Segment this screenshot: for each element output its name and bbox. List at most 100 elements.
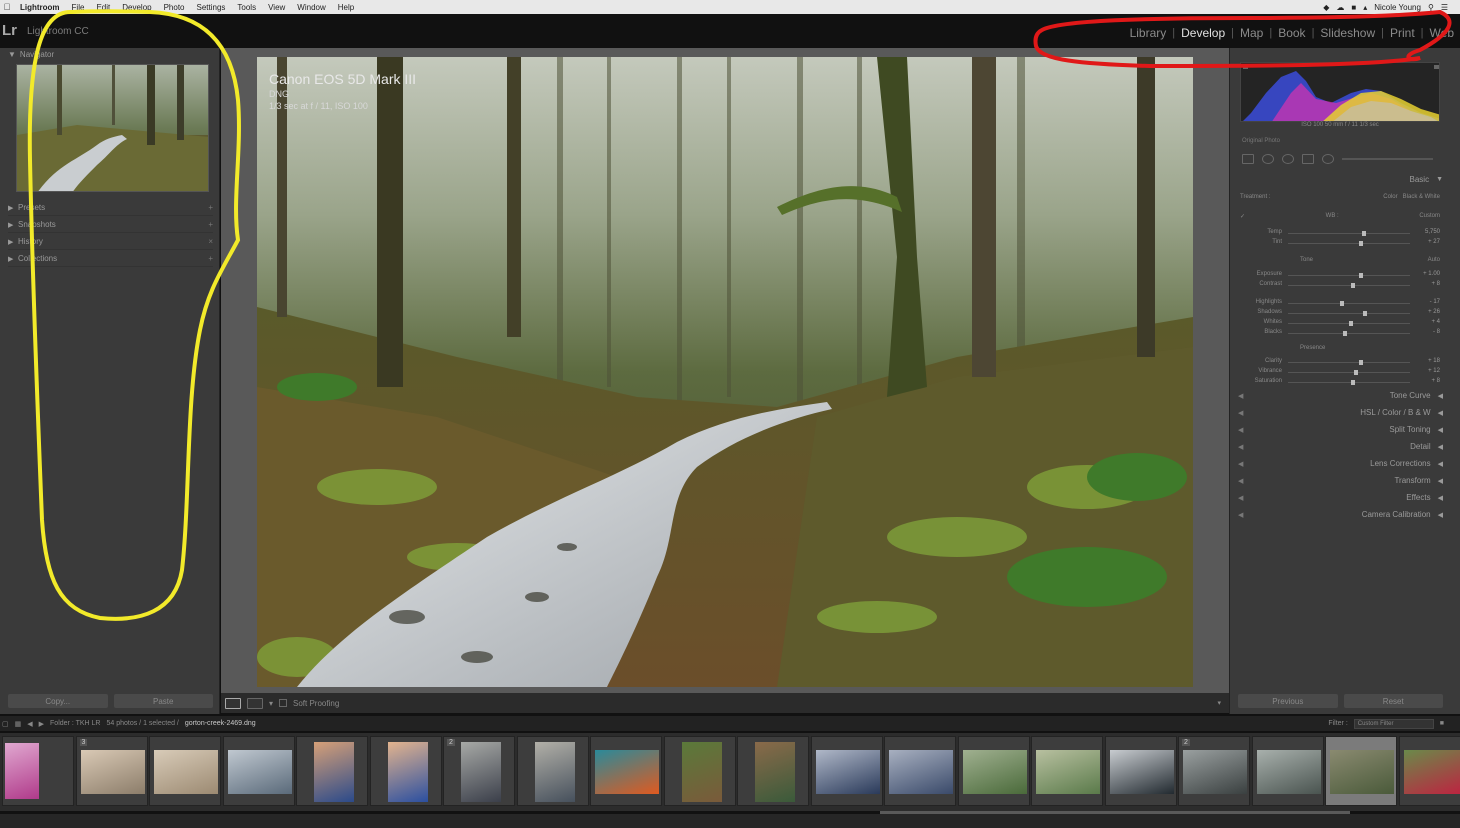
treatment-color[interactable]: Color: [1383, 194, 1397, 200]
module-print[interactable]: Print: [1384, 26, 1421, 40]
slider-value[interactable]: + 12: [1428, 368, 1440, 374]
copy-toggle-icon[interactable]: ◀: [1238, 477, 1243, 485]
slider-value[interactable]: + 18: [1428, 358, 1440, 364]
slider-exposure[interactable]: Exposure + 1.00: [1240, 270, 1440, 280]
filmstrip-thumbnail[interactable]: [663, 736, 736, 806]
back-arrow-icon[interactable]: ◀: [27, 720, 32, 728]
slider-value[interactable]: + 26: [1428, 309, 1440, 315]
grid-view-icon[interactable]: ▦: [15, 720, 22, 728]
menubar-user[interactable]: Nicole Young: [1374, 3, 1421, 12]
slider-value[interactable]: + 27: [1428, 239, 1440, 245]
slider-whites[interactable]: Whites + 4: [1240, 318, 1440, 328]
menu-view[interactable]: View: [262, 3, 291, 12]
copy-button[interactable]: Copy...: [8, 694, 108, 708]
panel-transform[interactable]: ◀ Transform ◀: [1238, 473, 1443, 488]
highlight-clip-indicator[interactable]: [1434, 65, 1439, 69]
second-window-icon[interactable]: ▢: [2, 720, 9, 728]
wb-dropdown[interactable]: Custom: [1419, 213, 1440, 220]
original-photo-checkbox[interactable]: Original Photo: [1242, 138, 1280, 144]
slider-value[interactable]: + 8: [1431, 378, 1440, 384]
menu-tools[interactable]: Tools: [231, 3, 262, 12]
slider-thumb[interactable]: [1362, 311, 1367, 316]
filmstrip-thumbnail[interactable]: [1251, 736, 1324, 806]
menu-edit[interactable]: Edit: [90, 3, 116, 12]
slider-vibrance[interactable]: Vibrance + 12: [1240, 367, 1440, 377]
copy-toggle-icon[interactable]: ◀: [1238, 460, 1243, 468]
crop-tool-icon[interactable]: [1242, 154, 1254, 164]
stack-count-badge[interactable]: 2: [447, 739, 455, 746]
copy-toggle-icon[interactable]: ◀: [1238, 511, 1243, 519]
dropbox-icon[interactable]: ■: [1351, 3, 1356, 12]
menu-settings[interactable]: Settings: [191, 3, 232, 12]
panel-history[interactable]: ▶ History ×: [8, 234, 213, 250]
graduated-filter-icon[interactable]: [1302, 154, 1314, 164]
slider-value[interactable]: 5,750: [1425, 229, 1440, 235]
filmstrip-thumbnail[interactable]: [2, 736, 74, 806]
eyedropper-icon[interactable]: ✓: [1240, 213, 1245, 220]
panel-detail[interactable]: ◀ Detail ◀: [1238, 439, 1443, 454]
navigator-preview[interactable]: [16, 64, 209, 192]
copy-toggle-icon[interactable]: ◀: [1238, 426, 1243, 434]
main-photo[interactable]: Canon EOS 5D Mark III DNG 1/3 sec at f /…: [257, 57, 1193, 687]
slider-value[interactable]: - 17: [1430, 299, 1440, 305]
slider-track[interactable]: [1288, 243, 1410, 244]
slider-clarity[interactable]: Clarity + 18: [1240, 357, 1440, 367]
slider-track[interactable]: [1288, 382, 1410, 383]
apple-icon[interactable]: : [0, 2, 14, 12]
before-after-icon[interactable]: [247, 697, 263, 709]
slider-value[interactable]: + 8: [1431, 281, 1440, 287]
module-slideshow[interactable]: Slideshow: [1314, 26, 1381, 40]
slider-thumb[interactable]: [1361, 231, 1366, 236]
slider-track[interactable]: [1288, 285, 1410, 286]
selected-filename[interactable]: gorton-creek-2469.dng: [185, 720, 256, 727]
add-snapshot-icon[interactable]: +: [208, 220, 213, 229]
navigator-header[interactable]: ▼ Navigator: [8, 50, 213, 62]
panel-camera-calibration[interactable]: ◀ Camera Calibration ◀: [1238, 507, 1443, 522]
slider-saturation[interactable]: Saturation + 8: [1240, 377, 1440, 387]
slider-track[interactable]: [1288, 362, 1410, 363]
radial-filter-icon[interactable]: [1322, 154, 1334, 164]
slider-thumb[interactable]: [1350, 283, 1355, 288]
module-map[interactable]: Map: [1234, 26, 1269, 40]
filmstrip-thumbnail[interactable]: [737, 736, 809, 806]
slider-value[interactable]: - 8: [1433, 329, 1440, 335]
copy-toggle-icon[interactable]: ◀: [1238, 494, 1243, 502]
menu-help[interactable]: Help: [332, 3, 360, 12]
menu-window[interactable]: Window: [291, 3, 331, 12]
filmstrip-lock-icon[interactable]: ■: [1440, 720, 1444, 727]
menu-file[interactable]: File: [66, 3, 91, 12]
panel-effects[interactable]: ◀ Effects ◀: [1238, 490, 1443, 505]
slider-highlights[interactable]: Highlights - 17: [1240, 298, 1440, 308]
toolbar-menu-icon[interactable]: ▾: [1217, 699, 1221, 707]
loupe-view-icon[interactable]: [225, 697, 241, 709]
module-develop[interactable]: Develop: [1175, 26, 1231, 40]
slider-thumb[interactable]: [1359, 241, 1364, 246]
slider-track[interactable]: [1288, 275, 1410, 276]
filmstrip-thumbnail[interactable]: [884, 736, 956, 806]
menu-develop[interactable]: Develop: [116, 3, 157, 12]
filmstrip-thumbnail[interactable]: [810, 736, 883, 806]
copy-toggle-icon[interactable]: ◀: [1238, 392, 1243, 400]
previous-button[interactable]: Previous: [1238, 694, 1338, 708]
slider-track[interactable]: [1288, 372, 1410, 373]
slider-track[interactable]: [1288, 233, 1410, 234]
filter-dropdown[interactable]: Custom Filter: [1353, 718, 1434, 729]
menu-lightroom[interactable]: Lightroom: [14, 3, 66, 12]
filmstrip-thumbnail[interactable]: [1398, 736, 1460, 806]
spot-removal-icon[interactable]: [1262, 154, 1274, 164]
filmstrip-thumbnail[interactable]: 3: [75, 736, 148, 806]
filmstrip-thumbnail[interactable]: [1325, 736, 1397, 806]
clear-history-icon[interactable]: ×: [208, 237, 213, 246]
tone-auto-button[interactable]: Auto: [1428, 257, 1440, 263]
slider-blacks[interactable]: Blacks - 8: [1240, 328, 1440, 338]
slider-thumb[interactable]: [1354, 370, 1359, 375]
red-eye-icon[interactable]: [1282, 154, 1294, 164]
add-collection-icon[interactable]: +: [208, 254, 213, 263]
filmstrip-thumbnail[interactable]: [296, 736, 368, 806]
menu-list-icon[interactable]: ☰: [1441, 3, 1448, 12]
panel-split-toning[interactable]: ◀ Split Toning ◀: [1238, 422, 1443, 437]
slider-temp[interactable]: Temp 5,750: [1240, 228, 1440, 238]
slider-value[interactable]: + 4: [1431, 319, 1440, 325]
wifi-icon[interactable]: ▴: [1363, 3, 1367, 12]
panel-hsl-color-b-w[interactable]: ◀ HSL / Color / B & W ◀: [1238, 405, 1443, 420]
